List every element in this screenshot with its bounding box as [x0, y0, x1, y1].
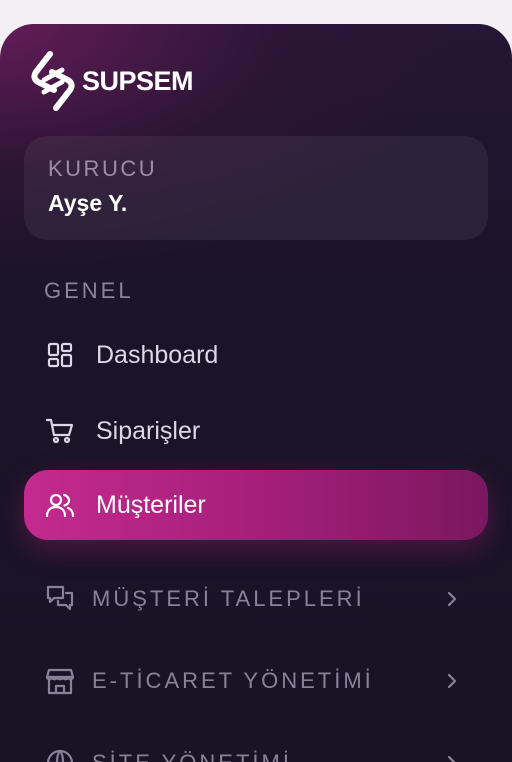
- globe-icon: [44, 747, 76, 762]
- chevron-right-icon: [444, 673, 460, 689]
- nav-label-orders: Siparişler: [96, 416, 201, 445]
- nav-group-site-management[interactable]: SİTE YÖNETİMİ: [24, 728, 488, 762]
- nav-group-customer-requests[interactable]: MÜŞTERİ TALEPLERİ: [24, 564, 488, 634]
- store-icon: [44, 665, 76, 697]
- section-label-general: GENEL: [44, 278, 134, 303]
- nav-group-label-site-management: SİTE YÖNETİMİ: [92, 750, 292, 762]
- user-card[interactable]: KURUCU Ayşe Y.: [24, 136, 488, 240]
- supsem-s-logo-icon: [31, 51, 75, 111]
- nav-group-ecommerce[interactable]: E-TİCARET YÖNETİMİ: [24, 646, 488, 716]
- chevron-right-icon: [444, 591, 460, 607]
- user-role: KURUCU: [48, 156, 158, 181]
- nav-item-customers[interactable]: Müşteriler: [24, 470, 488, 540]
- nav-item-orders[interactable]: Siparişler: [24, 396, 488, 466]
- nav-label-customers: Müşteriler: [96, 490, 206, 519]
- user-name: Ayşe Y.: [48, 190, 128, 216]
- sidebar: SUPSEM KURUCU Ayşe Y. GENEL Dashboard Si…: [0, 24, 512, 762]
- nav-group-label-customer-requests: MÜŞTERİ TALEPLERİ: [92, 586, 365, 611]
- dashboard-grid-icon: [44, 339, 76, 371]
- nav-item-dashboard[interactable]: Dashboard: [24, 320, 488, 390]
- chevron-right-icon: [444, 755, 460, 762]
- chat-bubbles-icon: [44, 583, 76, 615]
- brand-name: SUPSEM: [82, 65, 194, 96]
- users-icon: [44, 489, 76, 521]
- nav-label-dashboard: Dashboard: [96, 340, 219, 369]
- brand-logo[interactable]: SUPSEM: [30, 50, 194, 112]
- nav-group-label-ecommerce: E-TİCARET YÖNETİMİ: [92, 668, 374, 693]
- cart-icon: [44, 415, 76, 447]
